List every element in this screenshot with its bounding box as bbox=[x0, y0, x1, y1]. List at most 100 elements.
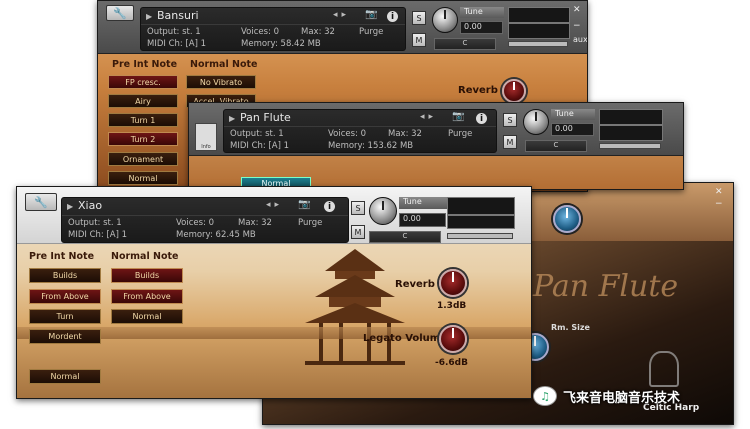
solo-button[interactable]: S bbox=[351, 201, 365, 215]
bansuri-instrument-panel: ▶ Bansuri ◂▸ 📷 i Output: st. 1 Voices: 0… bbox=[140, 7, 406, 51]
preint-button-4[interactable]: Ornament bbox=[108, 152, 178, 166]
minimize-icon[interactable]: − bbox=[715, 199, 723, 209]
info-icon[interactable]: i bbox=[476, 113, 487, 124]
memory-row: Memory: 153.62 MB bbox=[328, 141, 414, 151]
mute-button[interactable]: M bbox=[412, 33, 426, 47]
max-row[interactable]: Max: 32 bbox=[238, 218, 272, 228]
normal-note-title: Normal Note bbox=[190, 59, 258, 70]
pan-slider[interactable]: C bbox=[434, 38, 496, 50]
purge-button[interactable]: Purge bbox=[448, 129, 472, 139]
pre-int-note-title: Pre Int Note bbox=[112, 59, 178, 70]
reverb-label: Reverb bbox=[395, 279, 435, 290]
celtic-blue-knob-top[interactable] bbox=[553, 205, 581, 233]
preint-button-3[interactable]: Mordent bbox=[29, 329, 101, 344]
normal-note-title: Normal Note bbox=[111, 251, 179, 262]
midi-row[interactable]: MIDI Ch: [A] 1 bbox=[147, 39, 206, 49]
info-icon[interactable]: i bbox=[324, 201, 335, 212]
pan-slider[interactable]: C bbox=[525, 140, 587, 152]
volume-slider[interactable] bbox=[508, 41, 568, 47]
camera-icon[interactable]: 📷 bbox=[452, 111, 464, 122]
prev-next-arrows-icon[interactable]: ◂▸ bbox=[420, 112, 437, 122]
preint-normal-button[interactable]: Normal bbox=[29, 369, 101, 384]
tune-label: Tune bbox=[399, 197, 447, 209]
level-meter bbox=[599, 109, 663, 125]
legato-volume-knob[interactable] bbox=[439, 325, 467, 353]
tune-knob[interactable] bbox=[369, 197, 397, 225]
tune-knob[interactable] bbox=[523, 109, 549, 135]
preint-button-5[interactable]: Normal bbox=[108, 171, 178, 185]
reverb-knob[interactable] bbox=[439, 269, 467, 297]
max-row[interactable]: Max: 32 bbox=[301, 27, 335, 37]
panflute-thumbnail[interactable]: Info bbox=[195, 123, 217, 151]
reverb-value: 1.3dB bbox=[437, 301, 467, 311]
tune-value[interactable]: 0.00 bbox=[460, 21, 503, 34]
wrench-icon[interactable]: 🔧 bbox=[25, 193, 57, 211]
pan-slider[interactable]: C bbox=[369, 231, 441, 243]
wechat-logo-icon: ♫ bbox=[533, 386, 557, 406]
bansuri-reverb-knob[interactable] bbox=[502, 79, 526, 103]
instrument-name[interactable]: Pan Flute bbox=[240, 111, 291, 124]
memory-row: Memory: 58.42 MB bbox=[241, 39, 321, 49]
pagoda-silhouette bbox=[305, 249, 405, 365]
normal-note-button-1[interactable]: From Above bbox=[111, 289, 183, 304]
instrument-name[interactable]: Xiao bbox=[78, 199, 102, 212]
preint-button-1[interactable]: From Above bbox=[29, 289, 101, 304]
level-meter-2 bbox=[508, 23, 570, 39]
voices-row: Voices: 0 bbox=[241, 27, 280, 37]
solo-button[interactable]: S bbox=[412, 11, 426, 25]
tune-label: Tune bbox=[460, 7, 504, 18]
aux-icon[interactable]: aux bbox=[573, 35, 587, 44]
purge-button[interactable]: Purge bbox=[298, 218, 322, 228]
output-row[interactable]: Output: st. 1 bbox=[230, 129, 284, 139]
purge-button[interactable]: Purge bbox=[359, 27, 383, 37]
midi-row[interactable]: MIDI Ch: [A] 1 bbox=[230, 141, 289, 151]
celtic-harp-icon bbox=[649, 351, 679, 387]
panflute-instrument-panel: ▶ Pan Flute ◂▸ 📷 i Output: st. 1 Voices:… bbox=[223, 109, 497, 153]
normal-note-button-0[interactable]: No Vibrato bbox=[186, 75, 256, 89]
voices-row: Voices: 0 bbox=[176, 218, 215, 228]
solo-button[interactable]: S bbox=[503, 113, 517, 127]
divider bbox=[62, 215, 348, 216]
output-row[interactable]: Output: st. 1 bbox=[68, 218, 122, 228]
memory-row: Memory: 62.45 MB bbox=[176, 230, 256, 240]
close-icon[interactable]: ✕ bbox=[715, 187, 723, 197]
expand-triangle-icon[interactable]: ▶ bbox=[67, 202, 73, 211]
prev-next-arrows-icon[interactable]: ◂▸ bbox=[266, 200, 283, 210]
max-row[interactable]: Max: 32 bbox=[388, 129, 422, 139]
volume-slider[interactable] bbox=[599, 143, 661, 149]
prev-next-arrows-icon[interactable]: ◂▸ bbox=[333, 10, 350, 20]
preint-button-1[interactable]: Airy bbox=[108, 94, 178, 108]
level-meter bbox=[447, 197, 515, 215]
watermark: ♫ 飞来音电脑音乐技术 bbox=[533, 386, 680, 406]
expand-triangle-icon[interactable]: ▶ bbox=[229, 114, 235, 123]
instrument-name[interactable]: Bansuri bbox=[157, 9, 199, 22]
bansuri-reverb-label: Reverb bbox=[458, 85, 498, 96]
level-meter bbox=[508, 7, 570, 23]
midi-row[interactable]: MIDI Ch: [A] 1 bbox=[68, 230, 127, 240]
normal-note-button-0[interactable]: Builds bbox=[111, 268, 183, 283]
expand-triangle-icon[interactable]: ▶ bbox=[146, 12, 152, 21]
tune-knob[interactable] bbox=[432, 7, 458, 33]
normal-note-button-2[interactable]: Normal bbox=[111, 309, 183, 324]
mute-button[interactable]: M bbox=[351, 225, 365, 239]
preint-button-2[interactable]: Turn 1 bbox=[108, 113, 178, 127]
celtic-rm-size-label: Rm. Size bbox=[551, 323, 590, 332]
close-icon[interactable]: ✕ bbox=[573, 5, 581, 15]
tune-value[interactable]: 0.00 bbox=[551, 123, 594, 136]
volume-slider[interactable] bbox=[447, 233, 513, 239]
minimize-icon[interactable]: − bbox=[573, 21, 581, 31]
preint-button-2[interactable]: Turn bbox=[29, 309, 101, 324]
level-meter-2 bbox=[447, 215, 515, 229]
preint-button-0[interactable]: FP cresc. bbox=[108, 75, 178, 89]
output-row[interactable]: Output: st. 1 bbox=[147, 27, 201, 37]
info-icon[interactable]: i bbox=[387, 11, 398, 22]
pre-int-note-title: Pre Int Note bbox=[29, 251, 95, 262]
tune-value[interactable]: 0.00 bbox=[399, 213, 446, 227]
preint-button-3[interactable]: Turn 2 bbox=[108, 132, 178, 146]
wrench-icon[interactable]: 🔧 bbox=[106, 5, 134, 21]
camera-icon[interactable]: 📷 bbox=[298, 199, 310, 210]
mute-button[interactable]: M bbox=[503, 135, 517, 149]
watermark-text: 飞来音电脑音乐技术 bbox=[563, 390, 681, 406]
preint-button-0[interactable]: Builds bbox=[29, 268, 101, 283]
camera-icon[interactable]: 📷 bbox=[365, 9, 377, 20]
